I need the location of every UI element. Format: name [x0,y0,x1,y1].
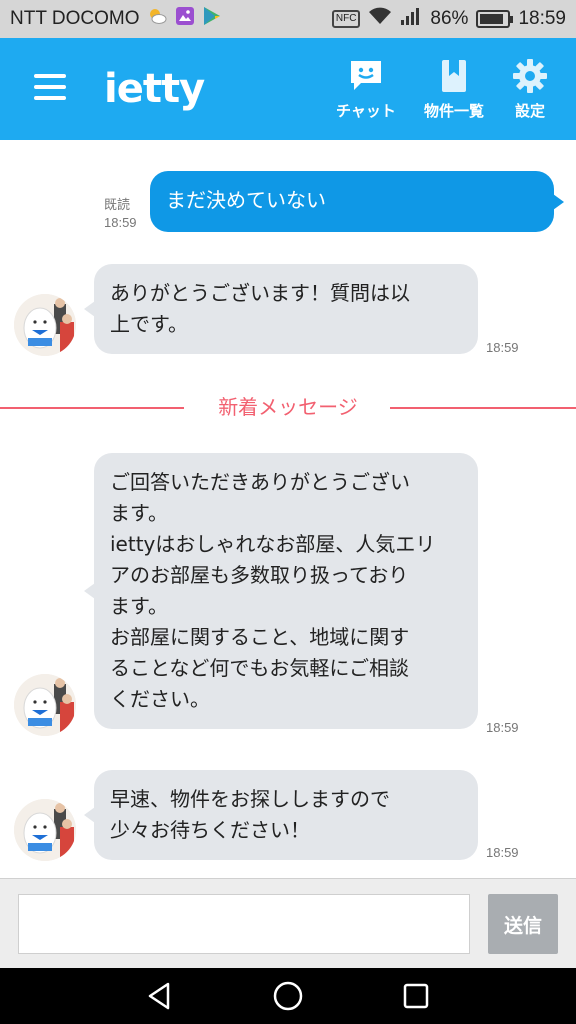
signal-icon [400,6,422,32]
divider-line-right [390,407,576,409]
carrier-name: NTT DOCOMO [10,8,140,29]
read-receipt-label: 既読 [104,197,131,212]
agent-avatar [14,674,76,736]
chat-message-list[interactable]: 既読 18:59 まだ決めていない ありがとうございます！質問は以 上です。 1… [0,140,576,878]
message-composer: 送信 [0,878,576,968]
recents-icon[interactable] [400,980,432,1012]
status-bar: NTT DOCOMO NFC 86% 18:59 [0,0,576,38]
agent-avatar [14,294,76,356]
nav-settings-button[interactable]: 設定 [512,58,548,121]
weather-icon [147,7,167,31]
chat-icon [350,61,381,90]
app-header: ietty チャット 物件一覧 設定 [0,38,576,140]
message-time: 18:59 [486,720,519,735]
system-navigation-bar [0,968,576,1024]
message-time: 18:59 [486,845,519,860]
battery-level-fill [480,14,503,24]
new-messages-label: 新着メッセージ [218,395,358,419]
incoming-message-bubble: ありがとうございます！質問は以 上です。 [84,264,478,354]
battery-icon [476,10,514,28]
image-icon [175,6,195,32]
nav-listings-button[interactable]: 物件一覧 [424,58,484,121]
back-icon[interactable] [144,980,176,1012]
incoming-message-bubble: ご回答いただきありがとうござい ます。 iettyはおしゃれなお部屋、人気エリ … [84,453,478,729]
battery-percent: 86% [430,8,469,29]
status-time: 18:59 [518,8,566,29]
incoming-message-bubble: 早速、物件をお探ししますので 少々お待ちください！ [84,770,478,860]
message-time: 18:59 [486,340,519,355]
nfc-icon: NFC [331,10,361,28]
bookmark-icon [442,60,466,92]
new-messages-divider: 新着メッセージ [0,392,576,422]
app-logo: ietty [104,66,205,112]
play-store-icon [203,6,221,32]
nav-listings-label: 物件一覧 [424,102,485,120]
outgoing-message-bubble: まだ決めていない [150,171,564,232]
home-icon[interactable] [272,980,304,1012]
hamburger-menu-icon[interactable] [34,74,66,100]
wifi-icon [368,6,392,32]
message-time: 18:59 [104,215,137,230]
gear-icon [513,59,547,93]
nav-chat-label: チャット [336,102,396,120]
message-input[interactable] [18,894,470,954]
divider-line-left [0,407,184,409]
nav-chat-button[interactable]: チャット [336,58,396,121]
nav-settings-label: 設定 [514,102,545,120]
agent-avatar [14,799,76,861]
send-button[interactable]: 送信 [488,894,558,954]
